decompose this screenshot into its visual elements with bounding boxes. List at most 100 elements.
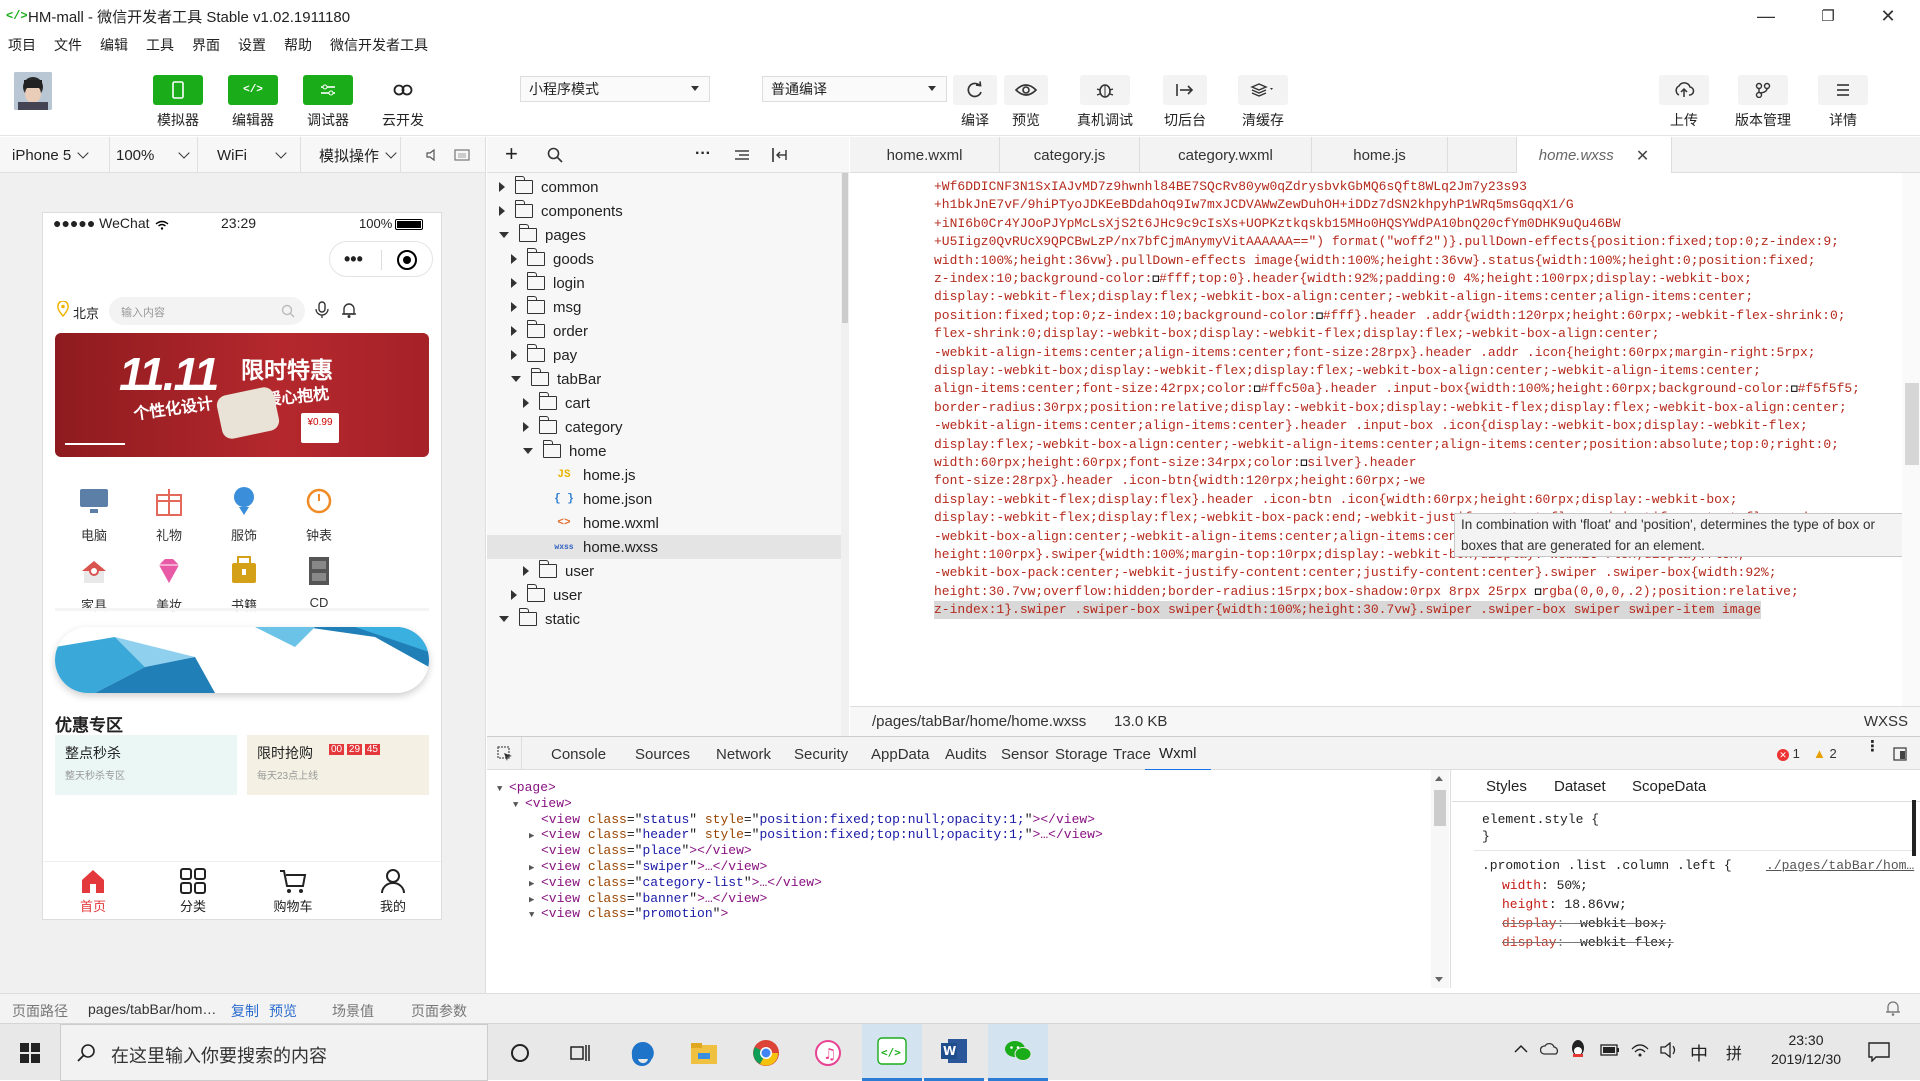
banner-swiper[interactable]: 11.11 限时特惠 个性化设计 暖心抱枕 ¥0.99: [55, 333, 429, 457]
tree-folder[interactable]: login: [487, 271, 849, 295]
compile-select[interactable]: 普通编译: [762, 76, 947, 102]
devtools-tab[interactable]: Audits: [945, 737, 987, 771]
chevron-down-icon[interactable]: [523, 448, 533, 454]
menu-project[interactable]: 项目: [8, 35, 36, 55]
wechat-devtools-taskbar-icon[interactable]: </>: [862, 1024, 922, 1081]
collapse-all-icon[interactable]: [734, 149, 750, 161]
chevron-down-icon[interactable]: [511, 376, 521, 382]
chevron-down-icon[interactable]: [499, 232, 509, 238]
tree-folder[interactable]: order: [487, 319, 849, 343]
cortana-icon[interactable]: [490, 1024, 550, 1081]
devtools-tab[interactable]: Network: [716, 737, 771, 771]
tree-file[interactable]: wxss home.wxss: [487, 535, 849, 559]
scrollbar-thumb[interactable]: [1434, 790, 1446, 826]
chrome-icon[interactable]: [736, 1024, 796, 1081]
chevron-right-icon[interactable]: [499, 206, 505, 216]
volume-tray-icon[interactable]: [1660, 1042, 1680, 1058]
sim-ops-select[interactable]: 模拟操作: [319, 137, 401, 173]
style-property[interactable]: display: -webkit-box;: [1502, 916, 1666, 931]
menu-file[interactable]: 文件: [54, 35, 82, 55]
upload-button[interactable]: 上传: [1659, 75, 1709, 130]
file-explorer-icon[interactable]: [674, 1024, 734, 1081]
tree-folder[interactable]: user: [487, 583, 849, 607]
category-item[interactable]: 书籍: [209, 553, 279, 614]
styles-scrollbar[interactable]: [1912, 800, 1916, 856]
notification-bell-icon[interactable]: [1885, 1000, 1901, 1016]
tab-cart[interactable]: 购物车: [243, 862, 343, 919]
details-button[interactable]: 详情: [1818, 75, 1868, 130]
category-item[interactable]: 服饰: [209, 483, 279, 544]
chevron-right-icon[interactable]: [511, 254, 517, 264]
word-icon[interactable]: W: [924, 1024, 984, 1081]
device-select[interactable]: iPhone 5: [12, 137, 110, 173]
file-language[interactable]: WXSS: [1864, 713, 1908, 730]
taskbar-search[interactable]: 在这里输入你要搜索的内容: [60, 1024, 488, 1081]
tree-folder[interactable]: goods: [487, 247, 849, 271]
menu-settings[interactable]: 设置: [238, 35, 266, 55]
chevron-right-icon[interactable]: [511, 590, 517, 600]
wxml-panel[interactable]: ▼ <page> ▼ <view> <view class="status" style…: [487, 770, 1451, 988]
wxml-scrollbar[interactable]: [1431, 770, 1449, 988]
more-icon[interactable]: •••: [344, 250, 363, 268]
tab-category[interactable]: 分类: [143, 862, 243, 919]
bell-icon[interactable]: [341, 301, 357, 319]
devtools-tab[interactable]: Storage: [1055, 737, 1108, 771]
chevron-right-icon[interactable]: [523, 422, 529, 432]
menu-tools[interactable]: 工具: [146, 35, 174, 55]
tree-file[interactable]: JS home.js: [487, 463, 849, 487]
chevron-right-icon[interactable]: [499, 182, 505, 192]
warning-count[interactable]: ▲ 2: [1813, 746, 1837, 761]
tree-folder[interactable]: home: [487, 439, 849, 463]
chevron-down-icon[interactable]: [1435, 977, 1443, 982]
chevron-up-icon[interactable]: [1435, 776, 1443, 781]
close-tab-icon[interactable]: ✕: [1636, 146, 1649, 166]
editor-scrollbar[interactable]: [1902, 173, 1920, 706]
scene-value-label[interactable]: 场景值: [332, 1001, 374, 1021]
tree-file[interactable]: <> home.wxml: [487, 511, 849, 535]
editor-tab[interactable]: category.wxml: [1140, 137, 1312, 173]
element-style-rule[interactable]: element.style {: [1482, 812, 1599, 827]
windows-start-icon[interactable]: [0, 1024, 60, 1081]
tab-scopedata[interactable]: ScopeData: [1632, 778, 1706, 795]
scrollbar-thumb[interactable]: [842, 173, 848, 323]
rule-source-link[interactable]: ./pages/tabBar/hom…: [1766, 858, 1914, 873]
wxml-node[interactable]: ▼ <view class="promotion">: [529, 904, 728, 923]
style-property[interactable]: height: 18.86vw;: [1502, 897, 1627, 912]
more-icon[interactable]: ···: [695, 145, 711, 163]
network-select[interactable]: WiFi: [217, 137, 301, 173]
category-item[interactable]: 家具: [59, 553, 129, 614]
tree-folder[interactable]: tabBar: [487, 367, 849, 391]
tab-dataset[interactable]: Dataset: [1554, 778, 1606, 795]
taskbar-clock[interactable]: 23:30 2019/12/30: [1770, 1032, 1842, 1067]
simulator-toggle-button[interactable]: 模拟器: [153, 75, 203, 130]
devtools-tab[interactable]: Sources: [635, 737, 690, 771]
background-button[interactable]: 切后台: [1163, 75, 1207, 130]
add-file-icon[interactable]: +: [505, 143, 518, 165]
zoom-select[interactable]: 100%: [116, 137, 198, 173]
promo-card-seckill[interactable]: 整点秒杀 整天秒杀专区: [55, 735, 237, 795]
battery-tray-icon[interactable]: [1600, 1044, 1620, 1056]
tree-folder[interactable]: common: [487, 175, 849, 199]
chevron-down-icon[interactable]: [499, 616, 509, 622]
style-property[interactable]: width: 50%;: [1502, 878, 1588, 893]
tree-folder[interactable]: msg: [487, 295, 849, 319]
editor-toggle-button[interactable]: </> 编辑器: [228, 75, 278, 130]
mic-icon[interactable]: [315, 301, 329, 319]
menu-help[interactable]: 帮助: [284, 35, 312, 55]
ime-pinyin[interactable]: 拼: [1726, 1040, 1742, 1064]
tree-folder[interactable]: category: [487, 415, 849, 439]
maximize-button[interactable]: ❐: [1800, 0, 1856, 32]
split-panel-icon[interactable]: [771, 147, 787, 163]
devtools-tab[interactable]: Wxml: [1145, 737, 1211, 771]
promo-banner[interactable]: [55, 627, 429, 693]
tree-folder[interactable]: components: [487, 199, 849, 223]
window-mode-icon[interactable]: [454, 149, 470, 161]
devtools-tab[interactable]: Security: [794, 737, 848, 771]
page-params-label[interactable]: 页面参数: [411, 1001, 467, 1021]
editor-tab-active[interactable]: home.wxss ✕: [1516, 137, 1672, 174]
itunes-icon[interactable]: ♫: [798, 1024, 858, 1081]
capsule-menu[interactable]: •••: [329, 241, 433, 277]
mode-select[interactable]: 小程序模式: [520, 76, 710, 102]
preview-path-link[interactable]: 预览: [269, 1001, 297, 1021]
tab-user[interactable]: 我的: [343, 862, 441, 919]
